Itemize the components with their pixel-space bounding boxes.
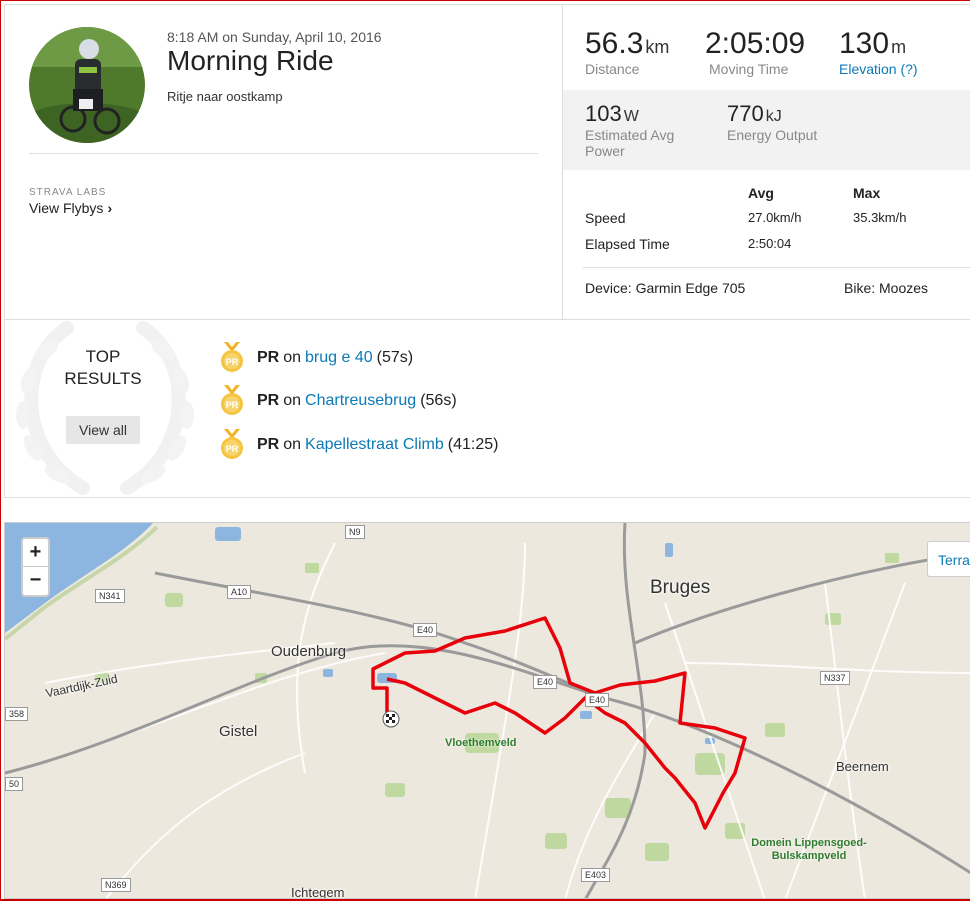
device-info: Device: Garmin Edge 705 [585, 280, 746, 296]
road-shield: N341 [95, 589, 125, 603]
divider [583, 267, 970, 268]
energy-unit: kJ [765, 108, 782, 125]
energy-stat: 770 kJ Energy Output [727, 101, 837, 143]
moving-time-stat: 2:05:09 Moving Time [705, 27, 805, 77]
pr-result-row: PR PR on brug e 40 (57s) [219, 342, 413, 374]
distance-label: Distance [585, 61, 640, 77]
divider [29, 153, 538, 154]
top-results-title: TOP RESULTS [64, 347, 142, 388]
distance-unit: km [645, 37, 670, 57]
pr-badge-text: PR [257, 436, 280, 453]
road-shield: E40 [585, 693, 610, 707]
elevation-stat: 130 m Elevation (?) [839, 27, 918, 77]
top-results-card: TOP RESULTS View all PR PR on brug e 40 … [4, 320, 970, 498]
segment-link[interactable]: Chartreusebrug [305, 392, 416, 410]
road-shield: 50 [5, 777, 24, 791]
chevron-right-icon: › [107, 200, 113, 216]
activity-title: Morning Ride [167, 45, 334, 76]
power-stat: 103 W Estimated Avg Power [585, 101, 695, 159]
zoom-out-button[interactable]: − [23, 567, 48, 595]
map-label-city: Ichtegem [291, 885, 345, 899]
speed-max: 35.3km/h [853, 210, 907, 225]
pr-medal-icon: PR [221, 385, 243, 415]
pr-time: (57s) [376, 349, 414, 366]
pr-time: (56s) [420, 392, 457, 409]
athlete-avatar[interactable] [29, 27, 145, 143]
activity-datetime: 8:18 AM on Sunday, April 10, 2016 [167, 29, 382, 45]
map-label-park: Vloethemveld [445, 737, 517, 749]
activity-description: Ritje naar oostkamp [167, 89, 283, 104]
activity-summary-card: 8:18 AM on Sunday, April 10, 2016 Mornin… [4, 4, 970, 320]
svg-text:PR: PR [226, 357, 239, 367]
map-label-city: Bruges [650, 577, 711, 598]
svg-text:PR: PR [226, 444, 239, 454]
zoom-in-button[interactable]: + [23, 539, 48, 567]
road-shield: E403 [581, 868, 611, 882]
elevation-value: 130 [839, 27, 890, 60]
distance-value: 56.3 [585, 27, 644, 60]
pr-prefix: on [283, 392, 302, 409]
energy-value: 770 [727, 101, 764, 126]
map-label-city: Gistel [219, 723, 258, 740]
road-shield: A10 [227, 585, 252, 599]
pr-time: (41:25) [447, 436, 499, 453]
energy-label: Energy Output [727, 127, 818, 143]
power-value: 103 [585, 101, 622, 126]
power-label: Estimated Avg Power [585, 127, 675, 159]
pr-medal-icon: PR [221, 429, 243, 459]
power-unit: W [623, 108, 639, 125]
road-shield: E40 [413, 623, 438, 637]
terrain-toggle[interactable]: Terra [927, 541, 970, 577]
elevation-unit: m [891, 37, 907, 57]
moving-time-label: Moving Time [709, 61, 789, 77]
moving-time-value: 2:05:09 [705, 27, 806, 60]
pr-result-row: PR PR on Kapellestraat Climb (41:25) [219, 429, 498, 461]
distance-stat: 56.3 km Distance [585, 27, 669, 77]
table-row-label: Elapsed Time [585, 236, 670, 252]
view-flybys-link[interactable]: View Flybys › [29, 200, 112, 216]
view-all-button[interactable]: View all [66, 416, 140, 444]
segment-link[interactable]: Kapellestraat Climb [305, 436, 444, 454]
zoom-control: + − [21, 537, 50, 597]
speed-avg: 27.0km/h [748, 210, 802, 225]
pr-badge-text: PR [257, 349, 280, 366]
map-label-city: Oudenburg [271, 643, 347, 660]
pr-prefix: on [283, 436, 302, 453]
bike-info: Bike: Moozes [844, 280, 929, 296]
map-label-city: Beernem [836, 759, 889, 774]
road-shield: N337 [820, 671, 850, 685]
pr-badge-text: PR [257, 392, 280, 409]
table-header-max: Max [853, 185, 881, 201]
map-label-park: Domein Lippensgoed-Bulskampveld [751, 837, 867, 862]
road-shield: E40 [533, 675, 558, 689]
road-shield: 358 [5, 707, 29, 721]
view-flybys-label: View Flybys [29, 200, 104, 216]
pr-prefix: on [283, 349, 302, 366]
elapsed-avg: 2:50:04 [748, 236, 792, 251]
route-map[interactable]: + − Terra Bruges Oudenburg Gistel Beerne… [4, 522, 970, 899]
table-row-label: Speed [585, 210, 626, 226]
stats-panel: 56.3 km Distance 2:05:09 Moving Time 130 m… [562, 5, 970, 319]
pr-result-row: PR PR on Chartreusebrug (56s) [219, 385, 457, 417]
segment-link[interactable]: brug e 40 [305, 349, 373, 367]
elevation-help-link[interactable]: Elevation (?) [839, 61, 918, 77]
svg-text:PR: PR [226, 400, 239, 410]
pr-medal-icon: PR [221, 342, 243, 372]
road-shield: N9 [345, 525, 365, 539]
table-header-avg: Avg [748, 185, 774, 201]
road-shield: N369 [101, 878, 131, 892]
strava-labs-label: STRAVA LABS [29, 187, 107, 198]
